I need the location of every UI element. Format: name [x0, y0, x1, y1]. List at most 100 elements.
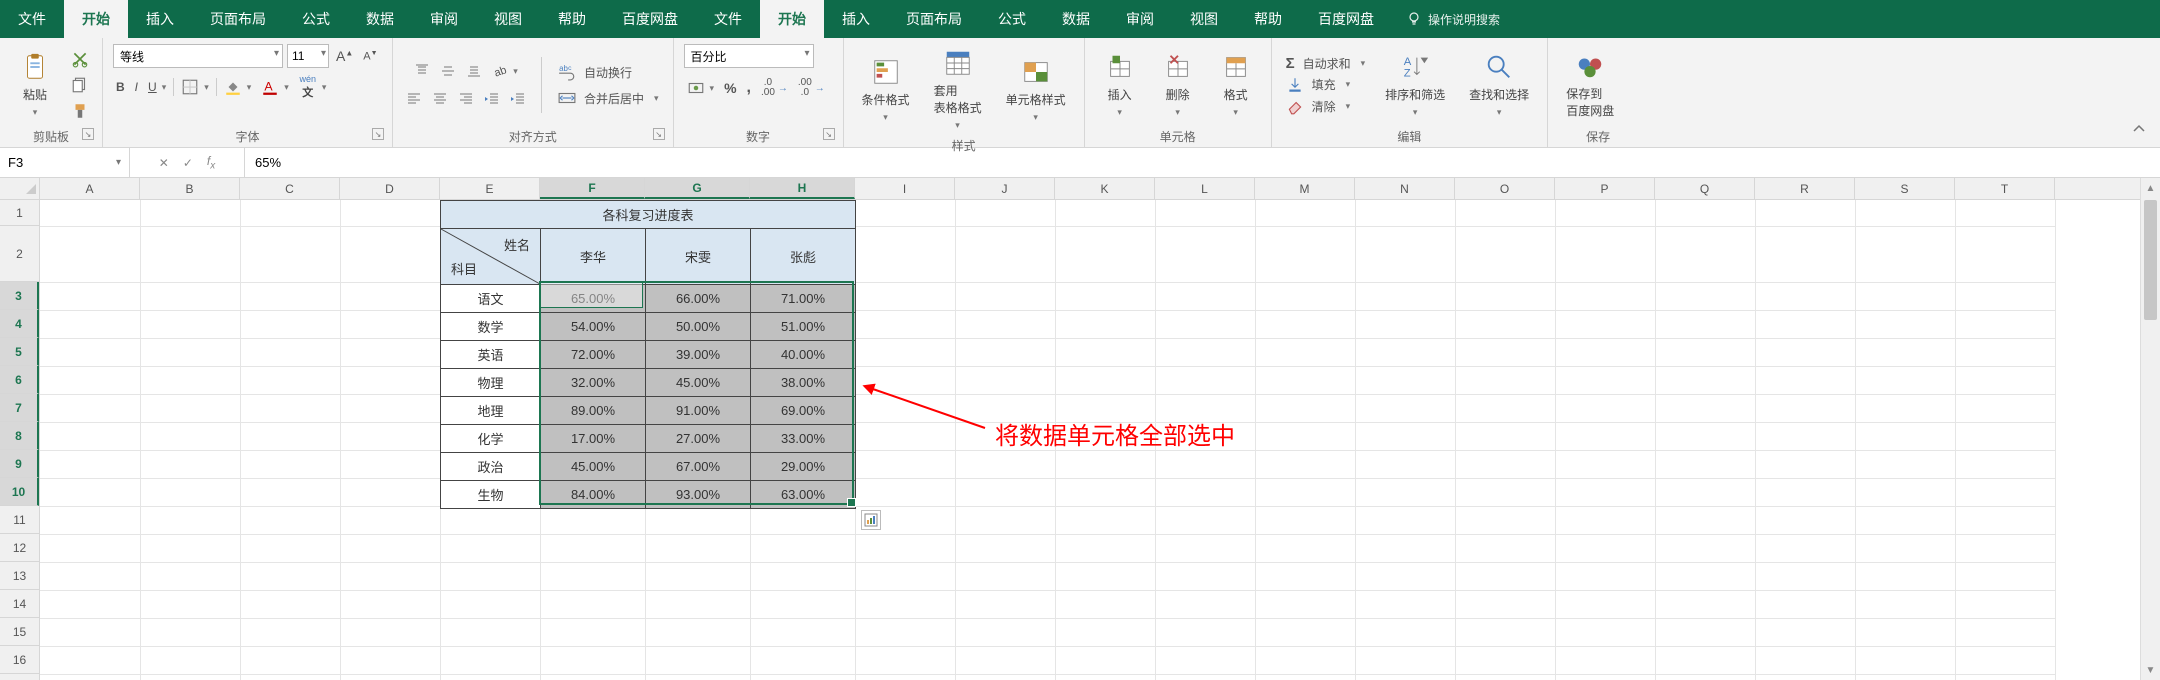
find-select-button[interactable]: 查找和选择▾	[1461, 48, 1537, 122]
menu-tab[interactable]: 文件	[696, 0, 760, 38]
cut-button[interactable]	[68, 48, 92, 70]
row-header[interactable]: 14	[0, 590, 39, 618]
row-header[interactable]: 6	[0, 366, 39, 394]
menu-tab[interactable]: 页面布局	[888, 0, 980, 38]
table-cell[interactable]: 38.00%	[751, 369, 856, 397]
column-header[interactable]: S	[1855, 178, 1955, 199]
menu-tab[interactable]: 开始	[760, 0, 824, 38]
table-cell[interactable]: 33.00%	[751, 425, 856, 453]
column-header[interactable]: M	[1255, 178, 1355, 199]
dialog-launcher-icon[interactable]: ↘	[372, 128, 384, 140]
table-cell[interactable]: 65.00%	[541, 285, 646, 313]
increase-decimal-button[interactable]: .0.00→	[758, 76, 791, 100]
column-header[interactable]: D	[340, 178, 440, 199]
name-box-input[interactable]	[8, 155, 112, 170]
row-header[interactable]: 2	[0, 226, 39, 282]
row-header[interactable]: 13	[0, 562, 39, 590]
spreadsheet-grid[interactable]: ABCDEFGHIJKLMNOPQRST 1234567891011121314…	[0, 178, 2160, 680]
collapse-ribbon-button[interactable]	[2128, 119, 2150, 139]
column-header[interactable]: T	[1955, 178, 2055, 199]
merge-center-button[interactable]: 合并后居中	[554, 89, 663, 107]
table-cell[interactable]: 45.00%	[541, 453, 646, 481]
row-header[interactable]: 5	[0, 338, 39, 366]
menu-tab[interactable]: 审阅	[1108, 0, 1172, 38]
delete-cells-button[interactable]: 删除▾	[1153, 48, 1203, 122]
underline-button[interactable]: U	[145, 78, 169, 96]
quick-analysis-button[interactable]	[861, 510, 881, 530]
cell-styles-button[interactable]: 单元格样式▾	[998, 53, 1074, 127]
sort-filter-button[interactable]: AZ 排序和筛选▾	[1377, 48, 1453, 122]
format-painter-button[interactable]	[68, 100, 92, 122]
insert-function-button[interactable]: fx	[207, 154, 215, 171]
table-cell[interactable]: 93.00%	[646, 481, 751, 509]
percent-button[interactable]: %	[721, 78, 739, 98]
menu-tab-2[interactable]: 插入	[128, 0, 192, 38]
column-header[interactable]: I	[855, 178, 955, 199]
save-to-baidu-button[interactable]: 保存到 百度网盘	[1558, 47, 1622, 123]
row-header[interactable]: 3	[0, 282, 39, 310]
menu-tab[interactable]: 帮助	[1236, 0, 1300, 38]
table-cell[interactable]: 50.00%	[646, 313, 751, 341]
phonetic-button[interactable]: wén文	[296, 76, 330, 98]
row-header[interactable]: 9	[0, 450, 39, 478]
decrease-font-button[interactable]: A▼	[360, 48, 380, 65]
dialog-launcher-icon[interactable]: ↘	[82, 128, 94, 140]
bold-button[interactable]: B	[113, 78, 128, 96]
row-header[interactable]: 12	[0, 534, 39, 562]
cancel-edit-button[interactable]: ✕	[159, 156, 169, 170]
table-cell[interactable]: 29.00%	[751, 453, 856, 481]
table-cell[interactable]: 51.00%	[751, 313, 856, 341]
align-top-button[interactable]	[411, 61, 433, 81]
table-cell[interactable]: 91.00%	[646, 397, 751, 425]
row-header[interactable]: 17	[0, 674, 39, 680]
align-bottom-button[interactable]	[463, 61, 485, 81]
align-left-button[interactable]	[403, 89, 425, 109]
decrease-indent-button[interactable]	[481, 89, 503, 109]
select-all-corner[interactable]	[0, 178, 40, 200]
orientation-button[interactable]: ab	[489, 61, 521, 81]
increase-font-button[interactable]: A▲	[333, 46, 356, 66]
column-header[interactable]: G	[645, 178, 750, 199]
accounting-format-button[interactable]	[684, 77, 718, 99]
comma-button[interactable]: ,	[744, 77, 754, 99]
vertical-scrollbar[interactable]: ▲ ▼	[2140, 178, 2160, 680]
menu-tab-4[interactable]: 公式	[284, 0, 348, 38]
number-format-combo[interactable]	[684, 44, 814, 68]
italic-button[interactable]: I	[132, 78, 141, 96]
column-header[interactable]: E	[440, 178, 540, 199]
table-cell[interactable]: 40.00%	[751, 341, 856, 369]
scroll-up-button[interactable]: ▲	[2141, 178, 2160, 198]
table-cell[interactable]: 89.00%	[541, 397, 646, 425]
table-cell[interactable]: 32.00%	[541, 369, 646, 397]
column-header[interactable]: H	[750, 178, 855, 199]
table-cell[interactable]: 71.00%	[751, 285, 856, 313]
menu-tab-6[interactable]: 审阅	[412, 0, 476, 38]
insert-cells-button[interactable]: 插入▾	[1095, 48, 1145, 122]
paste-button[interactable]: 粘贴 ▾	[10, 48, 60, 122]
column-header[interactable]: R	[1755, 178, 1855, 199]
column-header[interactable]: K	[1055, 178, 1155, 199]
table-cell[interactable]: 67.00%	[646, 453, 751, 481]
autosum-button[interactable]: Σ自动求和	[1282, 55, 1370, 72]
table-cell[interactable]: 17.00%	[541, 425, 646, 453]
decrease-decimal-button[interactable]: .00.0→	[795, 76, 828, 100]
column-header[interactable]: C	[240, 178, 340, 199]
menu-tab-3[interactable]: 页面布局	[192, 0, 284, 38]
table-cell[interactable]: 66.00%	[646, 285, 751, 313]
column-header[interactable]: F	[540, 178, 645, 199]
row-header[interactable]: 7	[0, 394, 39, 422]
table-cell[interactable]: 27.00%	[646, 425, 751, 453]
increase-indent-button[interactable]	[507, 89, 529, 109]
menu-tab-0[interactable]: 文件	[0, 0, 64, 38]
dialog-launcher-icon[interactable]: ↘	[823, 128, 835, 140]
wrap-text-button[interactable]: abc 自动换行	[554, 63, 636, 81]
table-cell[interactable]: 39.00%	[646, 341, 751, 369]
font-color-button[interactable]: A	[258, 76, 292, 98]
column-header[interactable]: J	[955, 178, 1055, 199]
menu-tab[interactable]: 公式	[980, 0, 1044, 38]
row-header[interactable]: 8	[0, 422, 39, 450]
column-header[interactable]: O	[1455, 178, 1555, 199]
menu-tab-8[interactable]: 帮助	[540, 0, 604, 38]
dialog-launcher-icon[interactable]: ↘	[653, 128, 665, 140]
formula-input[interactable]	[255, 155, 2150, 170]
